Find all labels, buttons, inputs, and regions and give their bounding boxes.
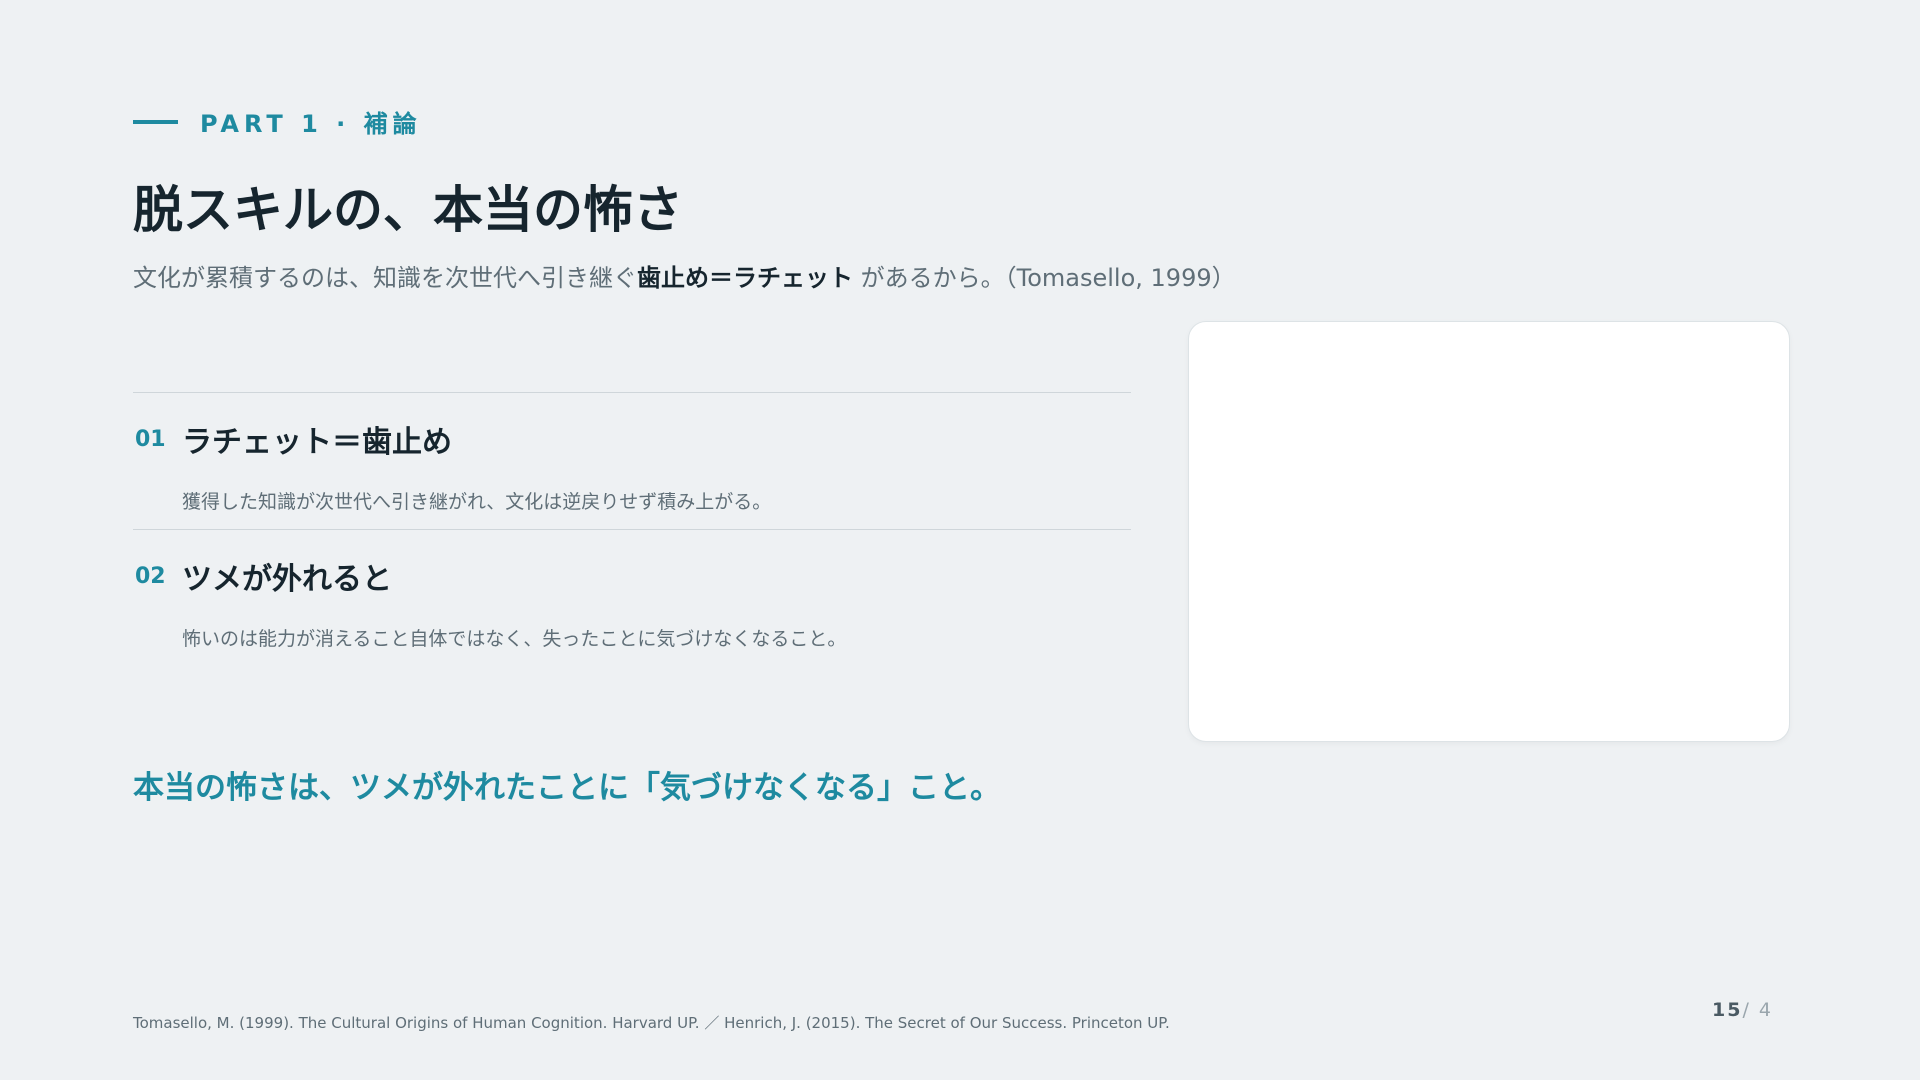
- point-body: 怖いのは能力が消えること自体ではなく、失ったことに気づけなくなること。: [182, 628, 847, 650]
- point-body: 獲得した知識が次世代へ引き継がれ、文化は逆戻りせず積み上がる。: [182, 491, 772, 513]
- subtitle-lead: 文化が累積するのは、知識を次世代へ引き継ぐ: [133, 264, 637, 292]
- subtitle-emphasis: 歯止め＝ラチェット: [637, 264, 853, 292]
- subtitle-tail: があるから。（Tomasello, 1999）: [853, 264, 1236, 292]
- point-item: 02 ツメが外れると 怖いのは能力が消えること自体ではなく、失ったことに気づけな…: [133, 529, 1131, 666]
- page-total: / 47: [1742, 999, 1772, 1021]
- point-number: 01: [135, 427, 166, 452]
- point-heading: ツメが外れると: [182, 562, 392, 597]
- conclusion-statement: 本当の怖さは、ツメが外れたことに「気づけなくなる」こと。: [133, 770, 1001, 806]
- key-points: 01 ラチェット＝歯止め 獲得した知識が次世代へ引き継がれ、文化は逆戻りせず積み…: [133, 392, 1131, 666]
- page-current: 15: [1712, 999, 1743, 1021]
- slide-title: 脱スキルの、本当の怖さ: [133, 181, 683, 239]
- slide-subtitle: 文化が累積するのは、知識を次世代へ引き継ぐ歯止め＝ラチェット があるから。（To…: [133, 258, 1236, 293]
- point-heading: ラチェット＝歯止め: [182, 425, 452, 460]
- slide: PART 1 · 補論 脱スキルの、本当の怖さ 文化が累積するのは、知識を次世代…: [0, 0, 1920, 1080]
- figure-card: [1188, 321, 1790, 742]
- section-eyebrow: PART 1 · 補論: [133, 104, 422, 139]
- eyebrow-label: PART 1 · 補論: [200, 110, 422, 138]
- point-item: 01 ラチェット＝歯止め 獲得した知識が次世代へ引き継がれ、文化は逆戻りせず積み…: [133, 392, 1131, 529]
- point-number: 02: [135, 564, 166, 589]
- eyebrow-rule: [133, 119, 178, 124]
- page-counter: 15/ 47: [1712, 999, 1772, 1021]
- references-footer: Tomasello, M. (1999). The Cultural Origi…: [133, 1014, 1170, 1032]
